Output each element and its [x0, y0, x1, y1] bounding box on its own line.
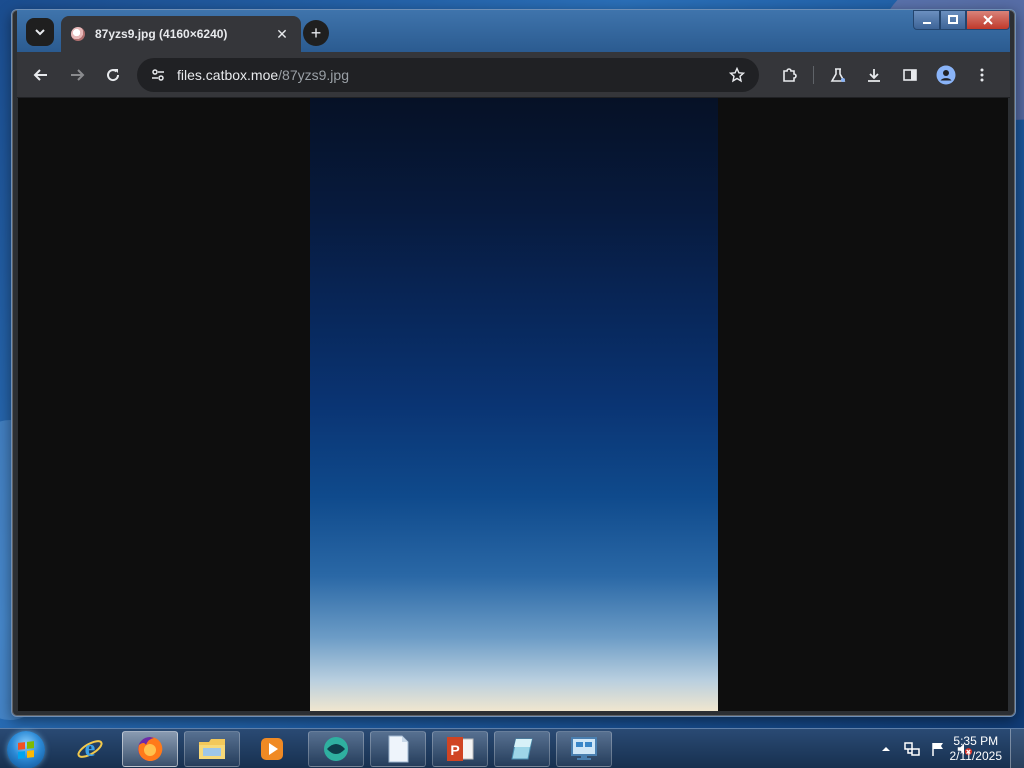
flask-icon [830, 67, 846, 82]
side-panel-icon [903, 68, 917, 81]
address-bar[interactable]: files.catbox.moe/87yzs9.jpg [137, 57, 759, 92]
reload-icon [107, 68, 120, 81]
media-player-icon [261, 738, 283, 760]
forward-button[interactable] [59, 57, 95, 93]
profile-button[interactable] [928, 57, 964, 93]
close-button[interactable] [966, 10, 1010, 30]
bookmark-star-button[interactable] [725, 63, 749, 87]
more-vert-icon [980, 68, 984, 81]
taskbar-clock[interactable]: 5:35 PM 2/11/2025 [950, 734, 1003, 764]
network-tray-button[interactable] [904, 741, 920, 757]
document-icon [388, 735, 409, 763]
minimize-icon [922, 22, 931, 24]
menu-button[interactable] [964, 57, 1000, 93]
tab-close-icon[interactable]: ✕ [273, 26, 291, 43]
taskbar: e P 5:35 PM 2/11/2025 [0, 728, 1024, 768]
internet-explorer-icon: e [77, 736, 103, 762]
url-host: files.catbox.moe [177, 66, 279, 83]
browser-window: 87yzs9.jpg (4160×6240) ✕ + files.catbox.… [11, 9, 1016, 717]
round-app-icon [324, 737, 348, 761]
maximize-icon [948, 15, 958, 24]
chevron-down-icon [35, 29, 45, 36]
taskbar-app-powerpoint[interactable]: P [432, 731, 488, 767]
puzzle-icon [783, 67, 797, 82]
tab-strip: 87yzs9.jpg (4160×6240) ✕ + [17, 10, 1010, 52]
notes-icon [511, 738, 533, 760]
maximize-button[interactable] [940, 10, 966, 30]
catbox-favicon-icon [71, 27, 85, 41]
star-icon [729, 66, 745, 82]
taskbar-app-document[interactable] [370, 731, 426, 767]
site-info-button[interactable] [147, 64, 169, 86]
tab-search-button[interactable] [26, 18, 54, 46]
side-panel-button[interactable] [892, 57, 928, 93]
network-icon [904, 742, 920, 756]
taskbar-app-media-player[interactable] [244, 731, 300, 767]
svg-text:e: e [85, 736, 96, 762]
browser-toolbar: files.catbox.moe/87yzs9.jpg [17, 52, 1010, 98]
extensions-button[interactable] [771, 57, 807, 93]
labs-button[interactable] [820, 57, 856, 93]
action-center-tray-button[interactable] [930, 741, 946, 757]
taskbar-app-notes[interactable] [494, 731, 550, 767]
avatar-icon [936, 65, 956, 84]
back-button[interactable] [23, 57, 59, 93]
taskbar-app-round[interactable] [308, 731, 364, 767]
url-text: files.catbox.moe/87yzs9.jpg [177, 67, 725, 83]
taskbar-app-remote-desktop[interactable] [556, 731, 612, 767]
taskbar-app-firefox[interactable] [122, 731, 178, 767]
powerpoint-icon: P [447, 737, 474, 761]
reload-button[interactable] [95, 57, 131, 93]
image-viewport [18, 98, 1008, 711]
start-button[interactable] [7, 731, 45, 768]
arrow-left-icon [33, 68, 47, 81]
tab-image[interactable]: 87yzs9.jpg (4160×6240) ✕ [61, 16, 301, 52]
clock-date: 2/11/2025 [949, 749, 1003, 763]
folder-icon [199, 739, 225, 759]
firefox-icon [138, 736, 163, 761]
toolbar-actions [771, 57, 1000, 93]
flag-icon [932, 743, 943, 756]
close-icon [983, 15, 993, 25]
show-desktop-button[interactable] [1010, 729, 1024, 768]
downloads-button[interactable] [856, 57, 892, 93]
url-path: /87yzs9.jpg [278, 66, 349, 83]
toolbar-separator [813, 65, 814, 84]
arrow-right-icon [71, 68, 85, 81]
plus-icon: + [310, 22, 322, 43]
sky-gradient-image[interactable] [310, 98, 718, 711]
taskbar-app-file-explorer[interactable] [184, 731, 240, 767]
window-controls [913, 10, 1010, 30]
tune-icon [152, 68, 164, 81]
remote-desktop-icon [571, 737, 597, 760]
taskbar-app-internet-explorer[interactable]: e [62, 731, 118, 767]
chevron-up-icon [882, 747, 890, 751]
clock-time: 5:35 PM [953, 734, 999, 748]
svg-text:P: P [450, 742, 459, 758]
tab-title: 87yzs9.jpg (4160×6240) [95, 27, 228, 41]
download-icon [868, 68, 880, 82]
new-tab-button[interactable]: + [303, 20, 329, 46]
minimize-button[interactable] [913, 10, 940, 30]
tray-overflow-button[interactable] [878, 741, 894, 757]
